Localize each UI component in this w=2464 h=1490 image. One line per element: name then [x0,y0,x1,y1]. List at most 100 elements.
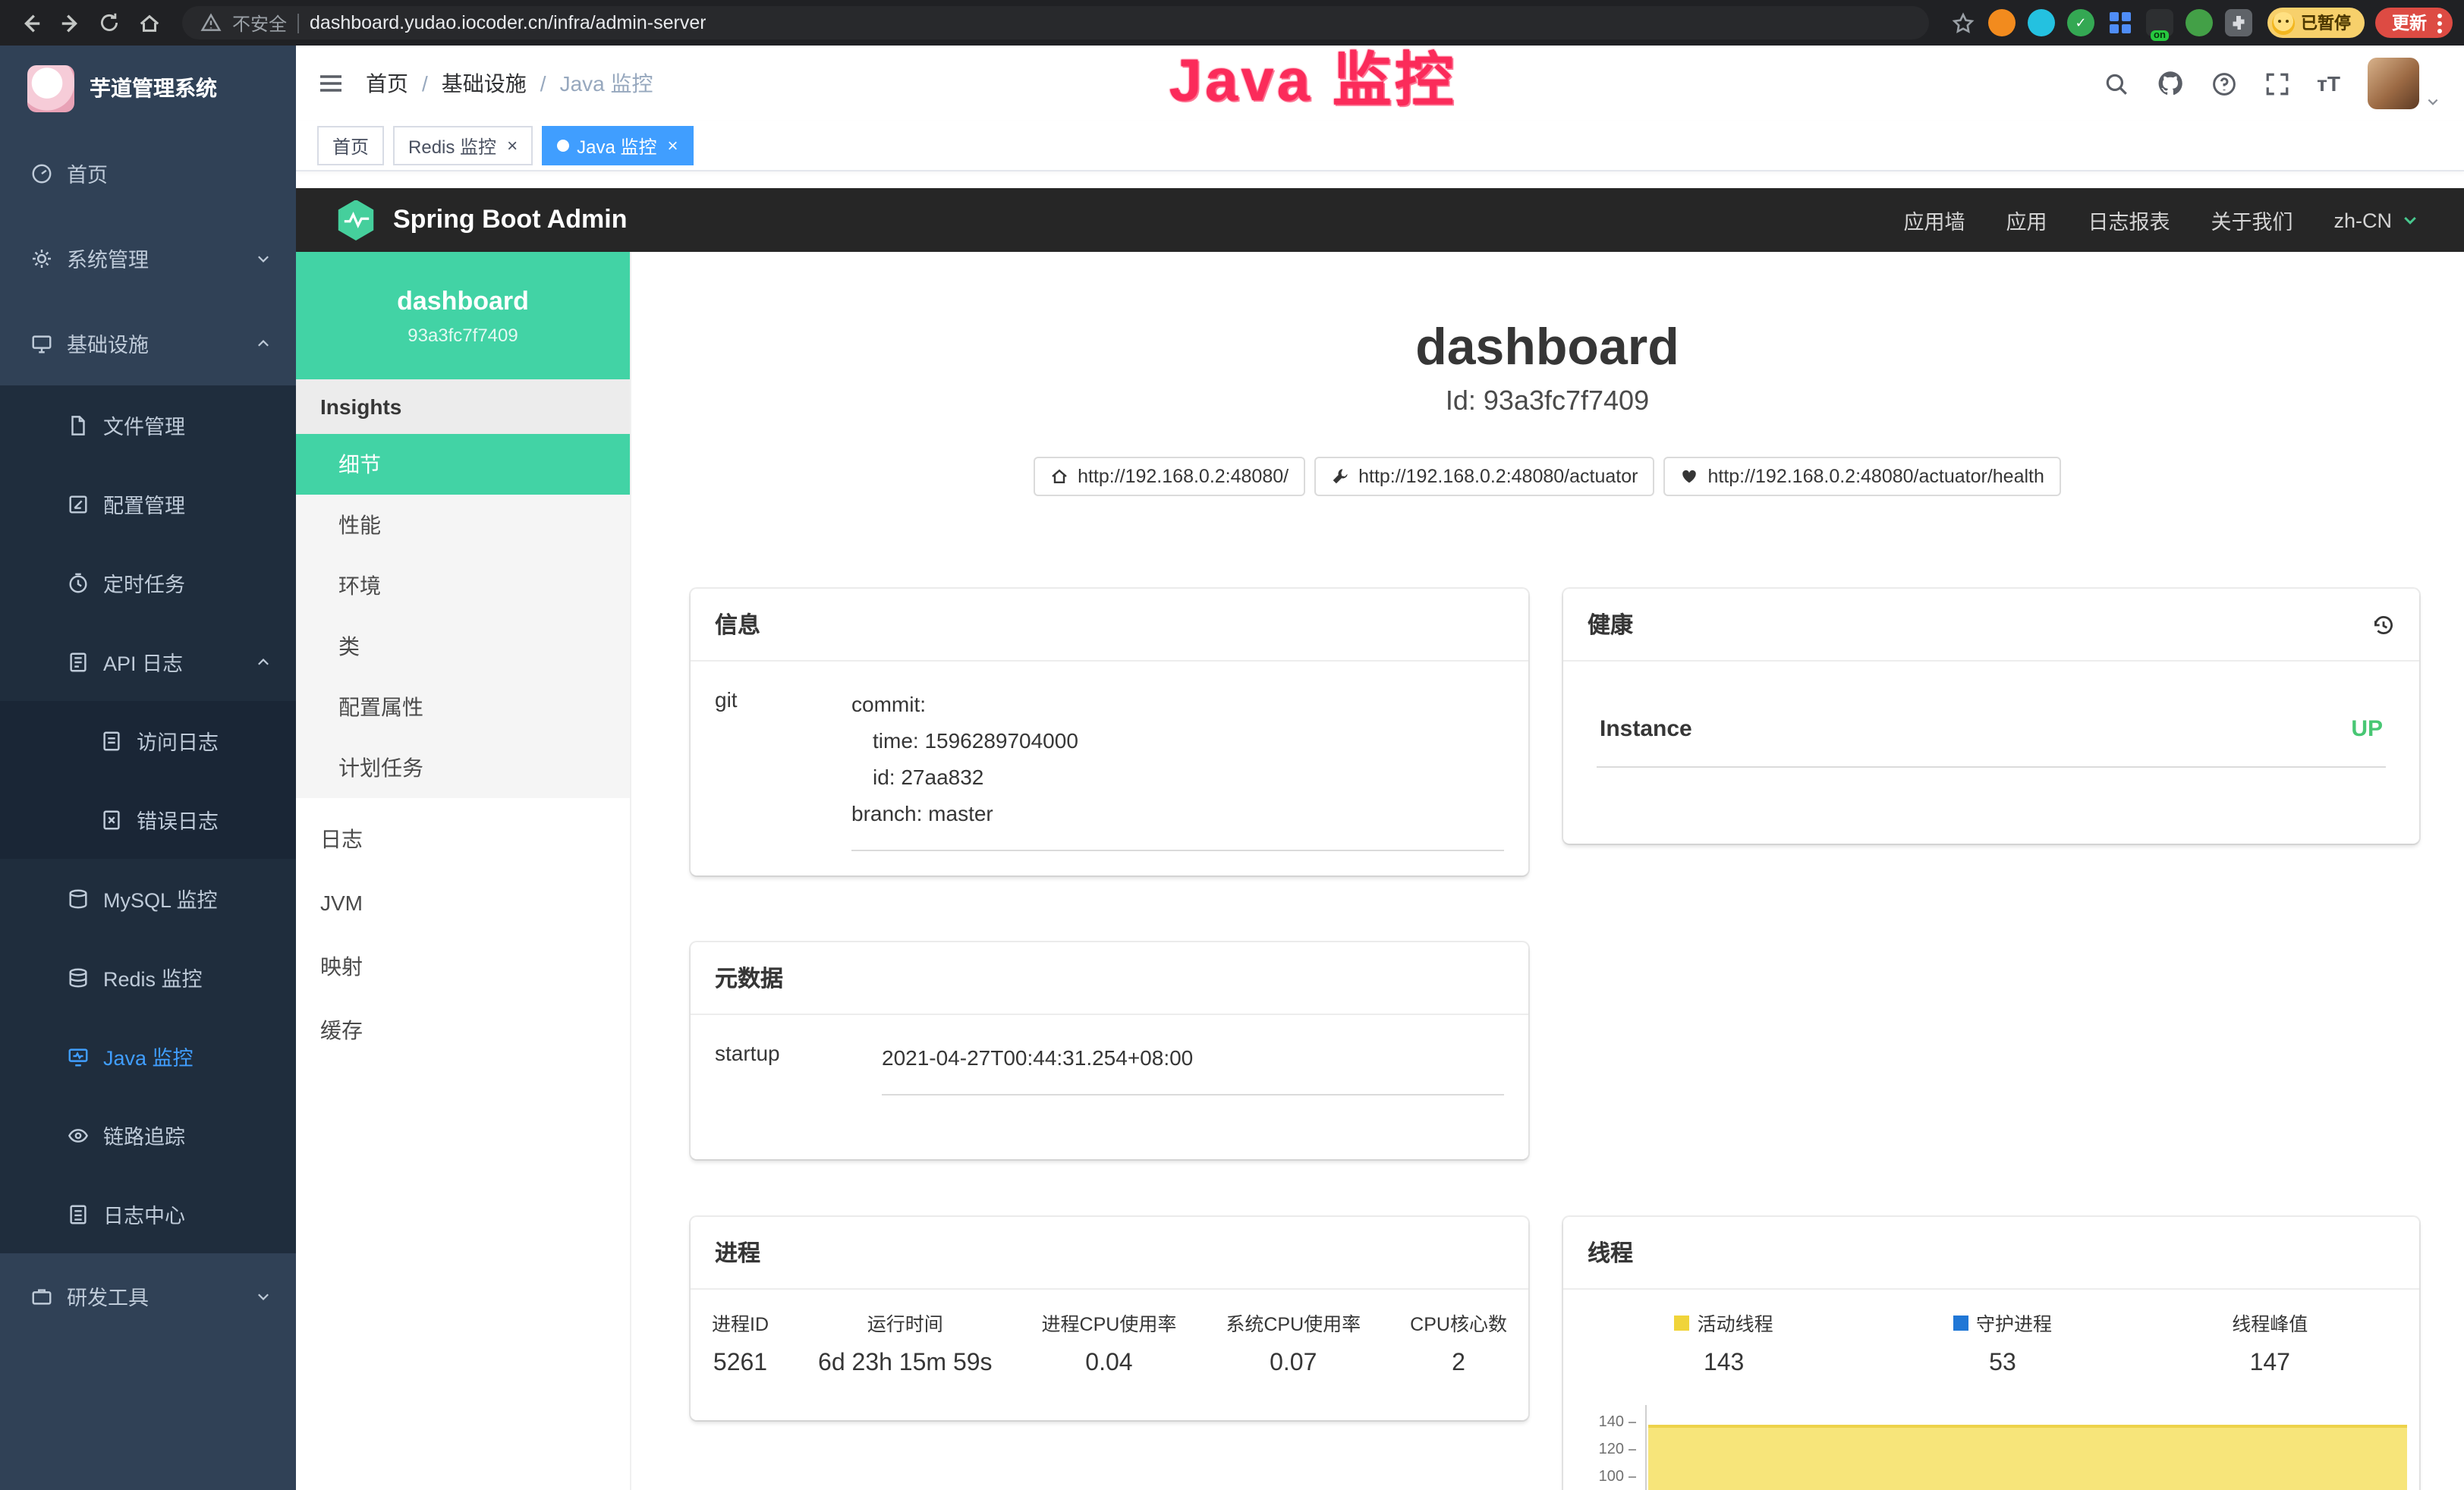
eye-icon [67,1124,90,1146]
address-bar[interactable]: 不安全 dashboard.yudao.iocoder.cn/infra/adm… [182,6,1929,39]
sba-item-caches[interactable]: 缓存 [296,998,630,1062]
breadcrumb: 首页 / 基础设施 / Java 监控 [366,68,653,99]
stat-pid: 进程ID 5261 [712,1308,769,1378]
bookmark-star-icon[interactable] [1944,5,1981,41]
sba-item-environment[interactable]: 环境 [296,555,630,616]
sidebar-item-config-mgmt[interactable]: 配置管理 [0,464,296,543]
sba-language-select[interactable]: zh-CN [2333,209,2419,231]
sba-nav-journal[interactable]: 日志报表 [2088,205,2170,235]
breadcrumb-current: Java 监控 [560,68,653,99]
extension-icon-5[interactable] [2186,9,2213,36]
database-icon [67,887,90,910]
extension-icon-4[interactable] [2107,9,2134,36]
app-logo[interactable]: 芋道管理系统 [0,46,296,130]
update-label: 更新 [2392,11,2427,35]
sba-item-mappings[interactable]: 映射 [296,935,630,998]
extension-icon-2[interactable] [2028,9,2055,36]
instance-url-link[interactable]: http://192.168.0.2:48080/ [1034,457,1305,496]
sidebar-item-label: 系统管理 [67,243,149,273]
stat-peak-threads: 线程峰值 147 [2232,1308,2308,1378]
user-avatar [2368,58,2419,109]
forward-icon[interactable] [52,5,88,41]
sba-item-metrics[interactable]: 性能 [296,495,630,555]
close-icon[interactable]: × [507,137,518,155]
hamburger-icon[interactable] [317,70,345,97]
health-url-link[interactable]: http://192.168.0.2:48080/actuator/health [1663,457,2060,496]
stat-value: 2 [1452,1350,1465,1378]
extensions-puzzle-icon[interactable] [2225,9,2252,36]
page-title: dashboard [630,319,2464,378]
tab-redis-monitor[interactable]: Redis 监控 × [393,126,533,165]
stat-system-cpu: 系统CPU使用率 0.07 [1226,1308,1361,1378]
sba-item-details[interactable]: 细节 [296,434,630,495]
font-size-icon[interactable]: тT [2317,71,2340,96]
card-health: 健康 Instance UP [1563,589,2419,844]
sidebar-item-redis-monitor[interactable]: Redis 监控 [0,938,296,1017]
paused-extension-badge[interactable]: 已暂停 [2267,8,2365,38]
sidebar-item-java-monitor[interactable]: Java 监控 [0,1017,296,1095]
sidebar-item-label: 定时任务 [103,567,185,598]
help-icon[interactable] [2211,71,2236,96]
sidebar-item-system[interactable]: 系统管理 [0,215,296,300]
sidebar-item-error-log[interactable]: 错误日志 [0,780,296,859]
sba-nav-about[interactable]: 关于我们 [2211,205,2292,235]
sidebar-item-label: 首页 [67,158,108,188]
sidebar-item-api-log[interactable]: API 日志 [0,622,296,701]
legend-swatch-yellow [1675,1315,1690,1330]
tab-java-monitor[interactable]: Java 监控 × [542,126,693,165]
stat-process-cpu: 进程CPU使用率 0.04 [1042,1308,1177,1378]
home-icon[interactable] [131,5,167,41]
sba-item-config-props[interactable]: 配置属性 [296,677,630,737]
sba-item-loggers[interactable]: 日志 [296,807,630,871]
breadcrumb-home[interactable]: 首页 [366,68,408,99]
user-menu[interactable] [2368,58,2440,109]
app-sidebar: 芋道管理系统 首页 系统管理 基础设施 文件管理 配置管理 定时任务 [0,46,296,1490]
logo-image [27,64,74,112]
info-line: id: 27aa832 [851,759,1504,795]
extension-icon-proxy[interactable]: on [2146,9,2173,36]
card-title: 健康 [1588,608,1633,640]
stat-value: 6d 23h 15m 59s [818,1350,993,1378]
link-label: http://192.168.0.2:48080/actuator/health [1707,466,2044,487]
sidebar-item-log-center[interactable]: 日志中心 [0,1174,296,1253]
browser-menu-icon[interactable] [2437,13,2442,33]
browser-update-button[interactable]: 更新 [2375,8,2453,38]
sidebar-item-mysql-monitor[interactable]: MySQL 监控 [0,859,296,938]
tab-home[interactable]: 首页 [317,126,384,165]
card-threads: 线程 活动线程 143 守护进程 53 线程峰值 147 140 120 [1563,1217,2419,1490]
reload-icon[interactable] [91,5,127,41]
sba-item-scheduled-tasks[interactable]: 计划任务 [296,737,630,798]
github-icon[interactable] [2156,70,2183,97]
search-icon[interactable] [2103,71,2129,96]
history-icon[interactable] [2371,612,2395,637]
fullscreen-icon[interactable] [2264,71,2289,96]
metadata-line: 2021-04-27T00:44:31.254+08:00 [882,1039,1504,1076]
sba-instance-block[interactable]: dashboard 93a3fc7f7409 [296,252,630,379]
sba-nav-applications[interactable]: 应用 [2006,205,2047,235]
sidebar-item-home[interactable]: 首页 [0,130,296,215]
breadcrumb-infra[interactable]: 基础设施 [442,68,527,99]
close-icon[interactable]: × [667,137,678,155]
sba-section-insights[interactable]: Insights [296,379,630,434]
back-icon[interactable] [12,5,49,41]
sba-brand[interactable]: Spring Boot Admin [296,200,628,240]
sba-nav-wallboard[interactable]: 应用墙 [1903,205,1965,235]
card-title: 进程 [715,1237,760,1268]
sidebar-item-tracing[interactable]: 链路追踪 [0,1095,296,1174]
sidebar-item-label: 链路追踪 [103,1120,185,1150]
extension-icon-1[interactable] [1988,9,2016,36]
sidebar-item-scheduled-jobs[interactable]: 定时任务 [0,543,296,622]
card-info: 信息 git commit: time: 1596289704000 id: 2… [691,589,1528,875]
extension-icon-3[interactable]: ✓ [2067,9,2094,36]
sba-item-beans[interactable]: 类 [296,616,630,677]
file-icon [67,413,90,436]
actuator-url-link[interactable]: http://192.168.0.2:48080/actuator [1314,457,1654,496]
sidebar-item-infra[interactable]: 基础设施 [0,300,296,385]
security-label: 不安全 [232,10,287,36]
card-metadata-body: startup 2021-04-27T00:44:31.254+08:00 [691,1015,1528,1159]
sba-item-jvm[interactable]: JVM [296,871,630,935]
sidebar-item-dev-tools[interactable]: 研发工具 [0,1253,296,1338]
sidebar-item-file-mgmt[interactable]: 文件管理 [0,385,296,464]
chevron-up-icon [255,335,272,351]
sidebar-item-access-log[interactable]: 访问日志 [0,701,296,780]
